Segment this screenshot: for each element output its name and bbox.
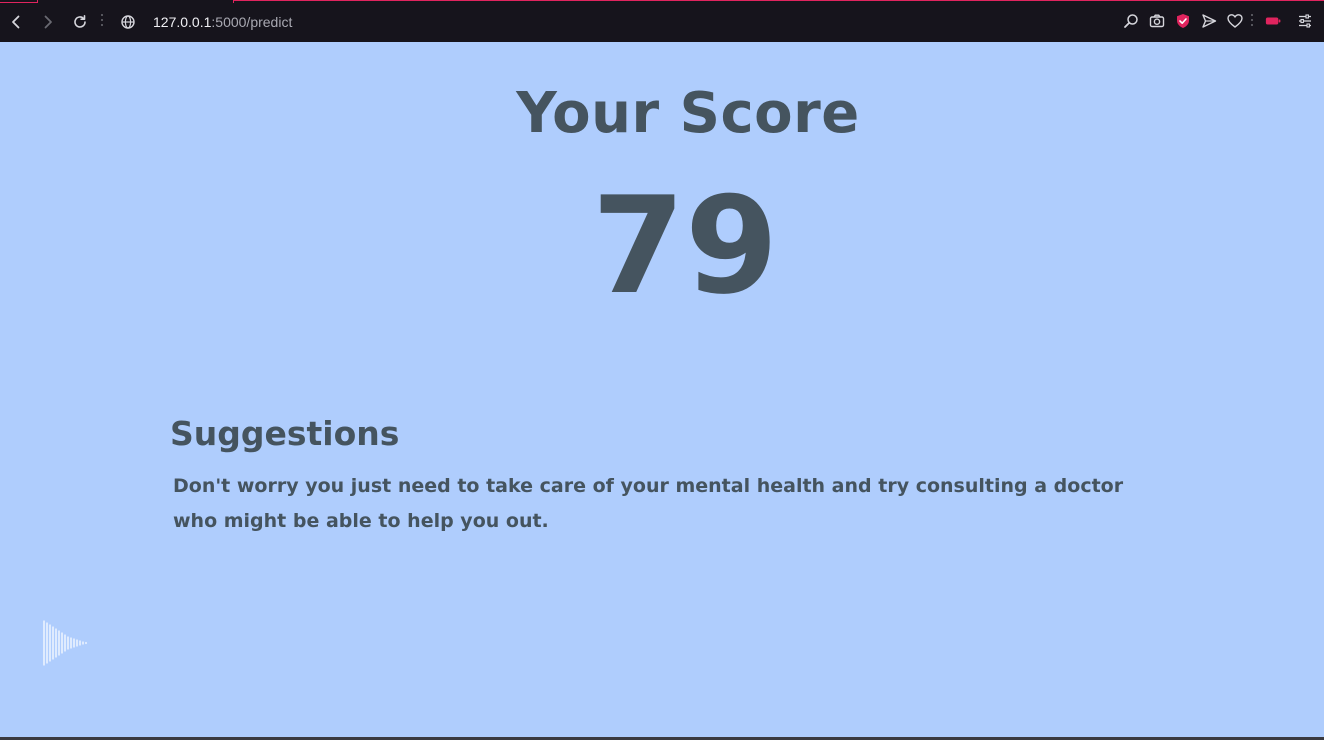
score-value: 79 [591, 168, 779, 324]
battery-icon[interactable] [1263, 11, 1283, 31]
site-info-icon[interactable] [117, 11, 139, 33]
suggestions-title: Suggestions [170, 414, 400, 453]
page-content: Your Score 79 Suggestions Don't worry yo… [0, 42, 1324, 740]
suggestions-text: Don't worry you just need to take care o… [173, 475, 1124, 532]
score-title: Your Score [516, 81, 860, 146]
reload-icon[interactable] [69, 11, 91, 33]
shield-icon[interactable] [1173, 11, 1193, 31]
back-icon[interactable] [5, 11, 27, 33]
tab-indicator-right [233, 0, 1324, 3]
address-bar[interactable]: 127.0.0.1:5000/predict [153, 12, 292, 32]
heart-icon[interactable] [1225, 11, 1245, 31]
tab-indicator-left [0, 0, 38, 3]
sound-wave-icon[interactable] [42, 619, 90, 667]
search-icon[interactable] [1121, 11, 1141, 31]
toolbar-separator [101, 14, 103, 28]
camera-icon[interactable] [1147, 11, 1167, 31]
browser-toolbar: 127.0.0.1:5000/predict [0, 0, 1324, 42]
settings-icon[interactable] [1295, 11, 1315, 31]
toolbar-separator [1251, 14, 1253, 28]
forward-icon[interactable] [37, 11, 59, 33]
url-host: 127.0.0.1 [153, 14, 212, 30]
url-path: :5000/predict [211, 14, 293, 30]
send-icon[interactable] [1199, 11, 1219, 31]
